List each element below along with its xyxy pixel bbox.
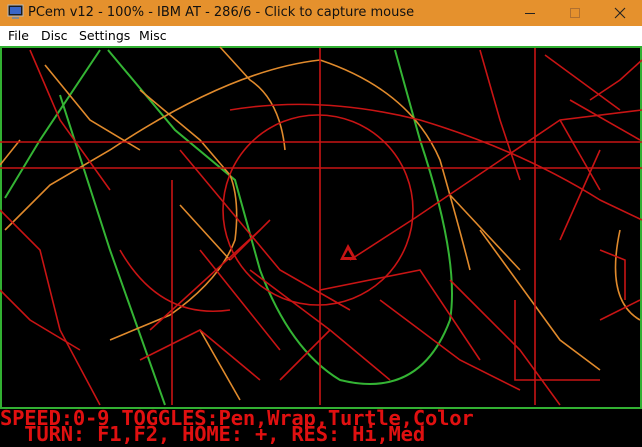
menu-bar: File Disc Settings Misc <box>0 26 642 46</box>
window-title: PCem v12 - 100% - IBM AT - 286/6 - Click… <box>28 5 415 20</box>
pcem-app-icon <box>7 4 24 19</box>
close-icon <box>614 7 625 19</box>
close-button[interactable] <box>597 0 642 26</box>
emulator-screen[interactable]: SPEED:0-9 TOGGLES:Pen,Wrap,Turtle,Color … <box>0 46 642 447</box>
menu-settings[interactable]: Settings <box>79 28 130 43</box>
turtle-graphics-canvas <box>0 46 642 409</box>
maximize-icon <box>569 8 580 18</box>
maximize-button[interactable] <box>552 0 597 26</box>
turtle-icon <box>340 244 357 260</box>
minimize-button[interactable] <box>507 0 552 26</box>
title-bar[interactable]: PCem v12 - 100% - IBM AT - 286/6 - Click… <box>0 0 642 26</box>
status-line-2: TURN: F1,F2, HOME: +, RES: Hi,Med <box>0 422 425 446</box>
menu-file[interactable]: File <box>8 28 29 43</box>
minimize-icon <box>524 13 535 14</box>
menu-misc[interactable]: Misc <box>139 28 167 43</box>
screen-border <box>0 46 642 409</box>
menu-disc[interactable]: Disc <box>41 28 67 43</box>
red-lines <box>0 48 642 406</box>
